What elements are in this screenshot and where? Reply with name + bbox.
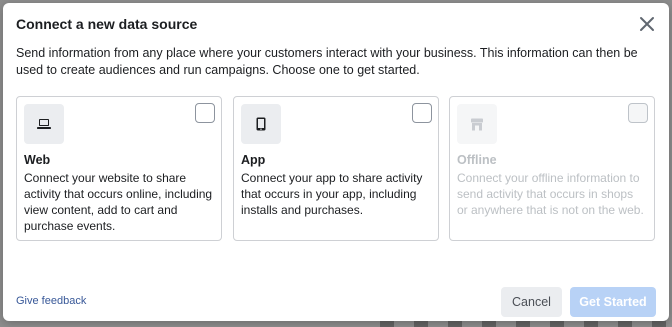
source-card-web[interactable]: Web Connect your website to share activi… <box>16 96 222 241</box>
get-started-button[interactable]: Get Started <box>570 287 656 317</box>
web-checkbox[interactable] <box>195 103 215 123</box>
card-title: Offline <box>457 153 497 167</box>
app-checkbox[interactable] <box>412 103 432 123</box>
card-description: Connect your website to share activity t… <box>24 171 213 233</box>
source-card-offline: Offline Connect your offline information… <box>449 96 655 241</box>
give-feedback-link[interactable]: Give feedback <box>16 295 86 307</box>
close-button[interactable] <box>637 14 657 34</box>
dialog-header: Connect a new data source <box>3 3 669 45</box>
card-title: App <box>241 153 266 167</box>
mobile-phone-icon <box>241 104 281 144</box>
card-title: Web <box>24 153 51 167</box>
connect-data-source-dialog: Connect a new data source Send informati… <box>3 3 669 321</box>
card-description: Connect your offline information to send… <box>457 171 644 217</box>
card-description: Connect your app to share activity that … <box>241 171 423 217</box>
dialog-description: Send information from any place where yo… <box>16 46 638 77</box>
store-icon <box>457 104 497 144</box>
close-icon <box>640 17 654 31</box>
dialog-title: Connect a new data source <box>16 16 198 32</box>
source-card-app[interactable]: App Connect your app to share activity t… <box>233 96 439 241</box>
cancel-button[interactable]: Cancel <box>501 287 562 317</box>
laptop-icon <box>24 104 64 144</box>
data-source-options: Web Connect your website to share activi… <box>16 96 656 242</box>
offline-checkbox <box>628 103 648 123</box>
